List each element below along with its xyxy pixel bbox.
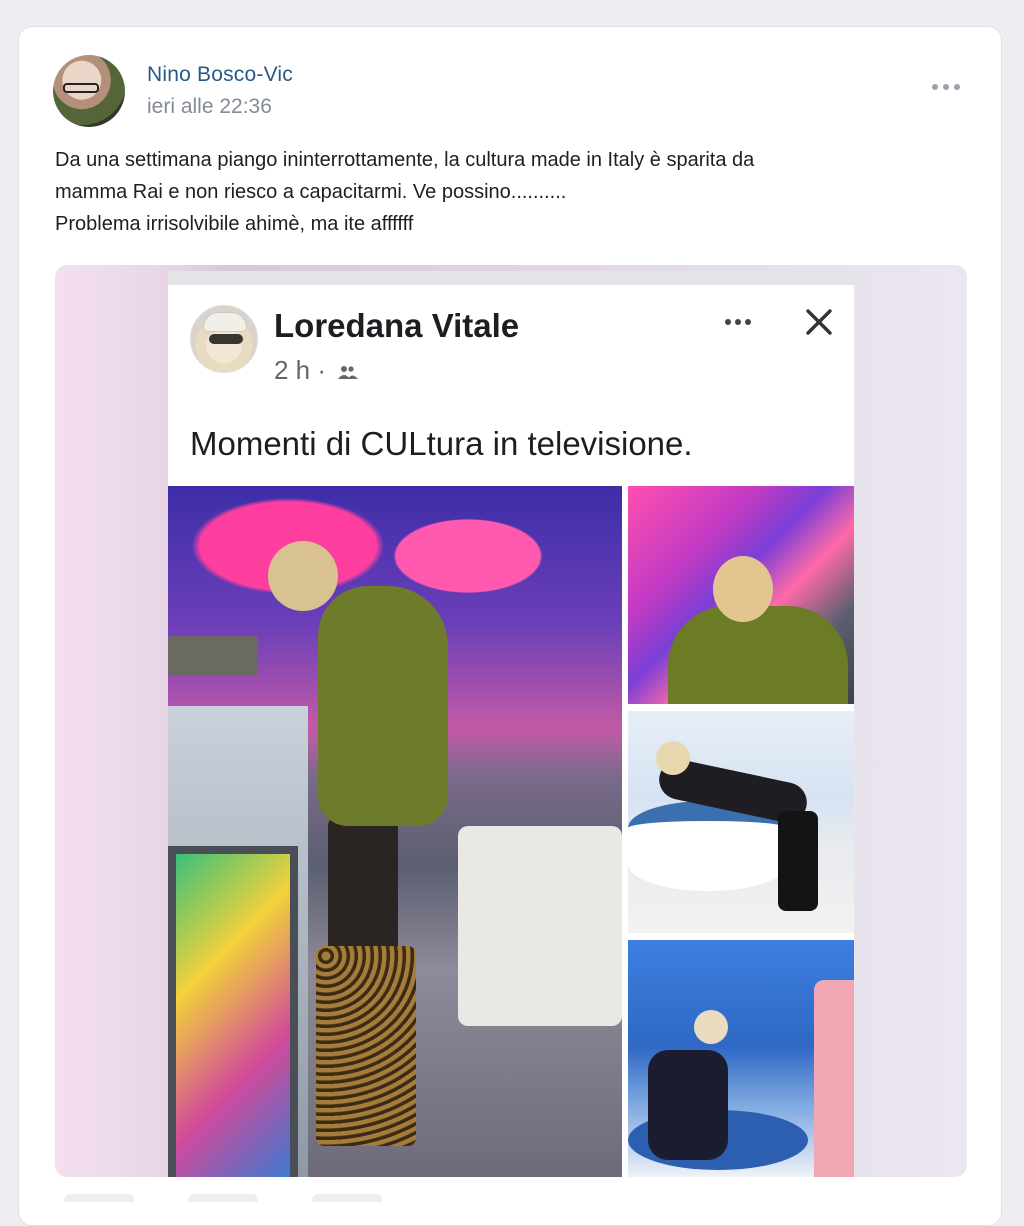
avatar-glasses	[63, 83, 99, 93]
tv-photo-middle-right	[628, 711, 854, 933]
post-timestamp[interactable]: ieri alle 22:36	[147, 95, 272, 119]
shared-screenshot: Loredana Vitale 2 h · Momenti di CULtura…	[168, 271, 854, 1177]
post-text-line: mamma Rai e non riesco a capacitarmi. Ve…	[55, 181, 567, 203]
post-text-line: Problema irrisolvibile ahimè, ma ite aff…	[55, 213, 414, 235]
post-menu-button[interactable]	[929, 79, 963, 95]
inner-caption: Momenti di CULtura in televisione.	[190, 425, 693, 462]
comment-button[interactable]	[188, 1194, 258, 1202]
friends-icon	[338, 366, 358, 379]
more-dots-icon	[725, 319, 731, 325]
like-button[interactable]	[64, 1194, 134, 1202]
inner-author-avatar	[190, 305, 258, 373]
inner-post-time: 2 h ·	[274, 355, 327, 385]
post-text-line: Da una settimana piango ininterrottament…	[55, 149, 755, 171]
post-card: Nino Bosco-Vic ieri alle 22:36 Da una se…	[18, 26, 1002, 1226]
share-button[interactable]	[312, 1194, 382, 1202]
tv-photo-bottom-right	[628, 940, 854, 1177]
close-icon	[806, 309, 832, 335]
inner-author-name: Loredana Vitale	[274, 307, 520, 344]
post-text: Da una settimana piango ininterrottament…	[55, 144, 975, 240]
tv-photo-main	[168, 486, 622, 1177]
more-dots-icon	[932, 84, 938, 90]
post-image[interactable]: Loredana Vitale 2 h · Momenti di CULtura…	[55, 265, 967, 1177]
reaction-bar	[64, 1194, 382, 1202]
inner-menu-button	[721, 315, 755, 329]
author-avatar[interactable]	[53, 55, 125, 127]
screenshot-topbar	[168, 271, 854, 285]
author-name[interactable]: Nino Bosco-Vic	[147, 63, 293, 87]
tv-photo-top-right	[628, 486, 854, 704]
